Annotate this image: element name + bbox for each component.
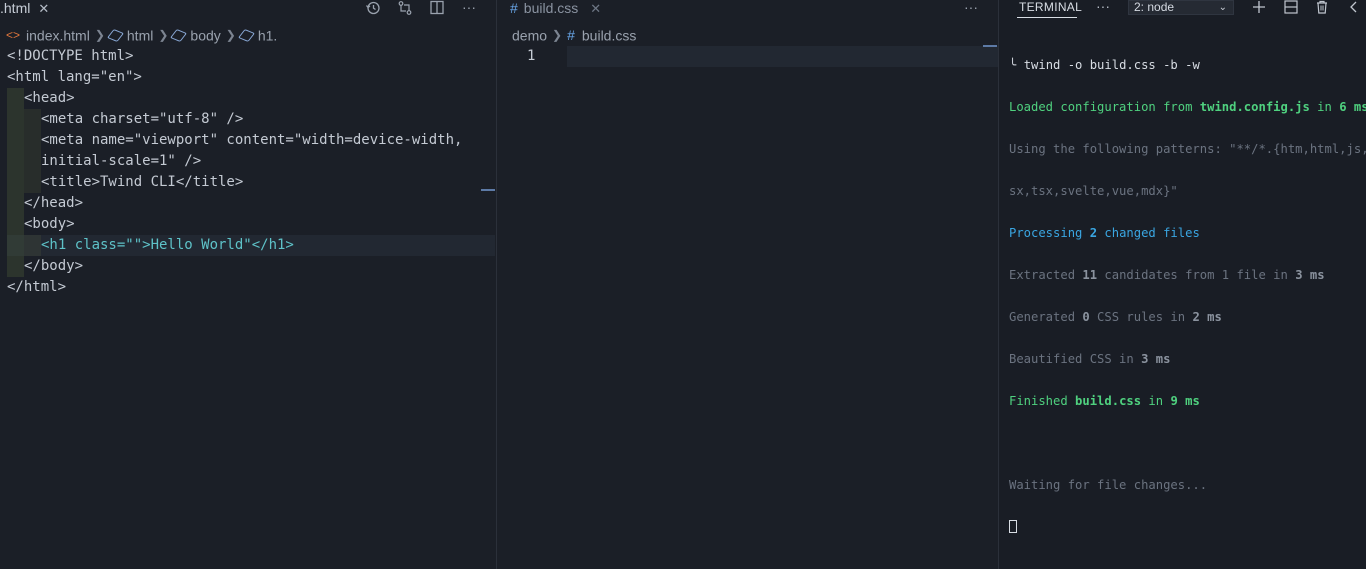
split-terminal-icon[interactable] bbox=[1282, 0, 1300, 16]
code-text: </html> bbox=[7, 279, 67, 295]
code-line: <meta charset="utf-8" /> bbox=[7, 109, 495, 130]
css-editor-pane: # build.css ✕ ··· demo ❯ # build.css 1 bbox=[496, 0, 998, 569]
terminal-panel: TERMINAL ··· 2: node ⌄ ╰ twind -o build.… bbox=[998, 0, 1366, 569]
css-file-icon: # bbox=[567, 27, 575, 44]
chevron-right-icon: ❯ bbox=[94, 28, 105, 43]
more-icon[interactable]: ··· bbox=[962, 0, 980, 16]
more-icon[interactable]: ··· bbox=[1096, 0, 1110, 14]
code-text: <meta charset="utf-8" /> bbox=[41, 111, 244, 127]
code-line-current: <h1 class="">Hello World"</h1> bbox=[7, 235, 495, 256]
close-icon[interactable]: ✕ bbox=[590, 1, 601, 16]
code-line: initial-scale=1" /> bbox=[7, 151, 495, 172]
code-line: <body> bbox=[7, 214, 495, 235]
chevron-right-icon: ❯ bbox=[158, 28, 169, 43]
tab-build-css[interactable]: # build.css ✕ bbox=[510, 0, 601, 20]
close-icon[interactable]: ✕ bbox=[38, 1, 49, 16]
code-line: <!DOCTYPE html> bbox=[7, 46, 495, 67]
terminal-line: Waiting for file changes... bbox=[1009, 478, 1208, 492]
code-line: </body> bbox=[7, 256, 495, 277]
terminal-line: sx,tsx,svelte,vue,mdx}" bbox=[1009, 184, 1178, 198]
history-icon[interactable] bbox=[364, 0, 382, 16]
breadcrumb-file[interactable]: build.css bbox=[582, 27, 636, 43]
current-line-highlight bbox=[567, 46, 998, 67]
terminal-line: Beautified CSS in 3 ms bbox=[1009, 352, 1171, 366]
code-line: </html> bbox=[7, 277, 495, 298]
add-terminal-icon[interactable] bbox=[1250, 0, 1268, 16]
element-icon bbox=[237, 28, 255, 42]
chevron-right-icon: ❯ bbox=[552, 28, 563, 43]
html-editor-pane: .html ✕ ··· <> index.html ❯ html ❯ body ❯ h1. <!… bbox=[0, 0, 495, 569]
terminal-line: Loaded configuration from twind.config.j… bbox=[1009, 100, 1366, 114]
terminal-tab[interactable]: TERMINAL bbox=[1019, 0, 1082, 14]
breadcrumb-body[interactable]: body bbox=[190, 27, 220, 43]
code-text: <h1 class="">Hello World"</h1> bbox=[41, 237, 294, 253]
terminal-cursor bbox=[1009, 520, 1017, 533]
code-text: <body> bbox=[24, 216, 75, 232]
code-text: <html lang="en"> bbox=[7, 69, 142, 85]
split-editor-icon[interactable] bbox=[428, 0, 446, 16]
code-text: initial-scale=1" /> bbox=[41, 153, 202, 169]
terminal-header: TERMINAL ··· 2: node ⌄ bbox=[999, 0, 1366, 20]
code-text: <head> bbox=[24, 90, 75, 106]
terminal-select-value: 2: node bbox=[1134, 0, 1175, 14]
element-icon bbox=[170, 28, 188, 42]
git-compare-icon[interactable] bbox=[396, 0, 414, 16]
breadcrumb: demo ❯ # build.css bbox=[512, 26, 636, 44]
html-file-icon: <> bbox=[6, 28, 21, 43]
trash-icon[interactable] bbox=[1313, 0, 1331, 16]
active-tab-underline bbox=[1017, 17, 1077, 18]
element-icon bbox=[106, 28, 124, 42]
code-line: <meta name="viewport" content="width=dev… bbox=[7, 130, 495, 151]
terminal-line: Using the following patterns: "**/*.{htm… bbox=[1009, 142, 1366, 156]
terminal-command: twind -o build.css -b -w bbox=[1023, 58, 1200, 72]
prompt-icon: ╰ bbox=[1009, 58, 1024, 72]
chevron-right-icon: ❯ bbox=[225, 28, 236, 43]
breadcrumb-h1[interactable]: h1. bbox=[258, 27, 277, 43]
scrollbar-marker[interactable] bbox=[983, 45, 997, 47]
code-line: <head> bbox=[7, 88, 495, 109]
editor-tab-bar: .html ✕ ··· bbox=[0, 0, 495, 22]
code-text: </body> bbox=[24, 258, 84, 274]
code-text: <!DOCTYPE html> bbox=[7, 48, 134, 64]
chevron-down-icon: ⌄ bbox=[1218, 2, 1227, 13]
css-file-icon: # bbox=[510, 0, 518, 16]
tab-index-html[interactable]: .html ✕ bbox=[0, 0, 49, 20]
code-text: <title>Twind CLI</title> bbox=[41, 174, 244, 190]
code-area[interactable]: <!DOCTYPE html> <html lang="en"> <head> … bbox=[7, 46, 495, 298]
tab-label: build.css bbox=[523, 0, 579, 16]
line-number: 1 bbox=[527, 48, 536, 64]
code-text: <meta name="viewport" content="width=dev… bbox=[41, 132, 463, 148]
terminal-line: Extracted 11 candidates from 1 file in 3… bbox=[1009, 268, 1325, 282]
breadcrumb-html[interactable]: html bbox=[127, 27, 153, 43]
editor-tab-bar: # build.css ✕ ··· bbox=[497, 0, 998, 22]
terminal-line: Processing 2 changed files bbox=[1009, 226, 1200, 240]
tab-label: .html bbox=[0, 0, 31, 16]
breadcrumb: <> index.html ❯ html ❯ body ❯ h1. bbox=[6, 26, 277, 44]
breadcrumb-folder[interactable]: demo bbox=[512, 27, 547, 43]
code-line: </head> bbox=[7, 193, 495, 214]
terminal-output[interactable]: ╰ twind -o build.css -b -w Loaded config… bbox=[1009, 30, 1366, 562]
code-line: <title>Twind CLI</title> bbox=[7, 172, 495, 193]
terminal-line: Finished build.css in 9 ms bbox=[1009, 394, 1200, 408]
terminal-line: Generated 0 CSS rules in 2 ms bbox=[1009, 310, 1222, 324]
code-line: <html lang="en"> bbox=[7, 67, 495, 88]
terminal-select[interactable]: 2: node ⌄ bbox=[1128, 0, 1234, 15]
code-text: </head> bbox=[24, 195, 84, 211]
terminal-command-line: ╰ twind -o build.css -b -w bbox=[1009, 58, 1366, 72]
scrollbar-marker[interactable] bbox=[481, 189, 495, 191]
more-icon[interactable]: ··· bbox=[460, 0, 478, 16]
collapse-icon[interactable] bbox=[1345, 0, 1363, 16]
terminal-line bbox=[1009, 520, 1366, 534]
breadcrumb-file[interactable]: index.html bbox=[26, 27, 90, 43]
